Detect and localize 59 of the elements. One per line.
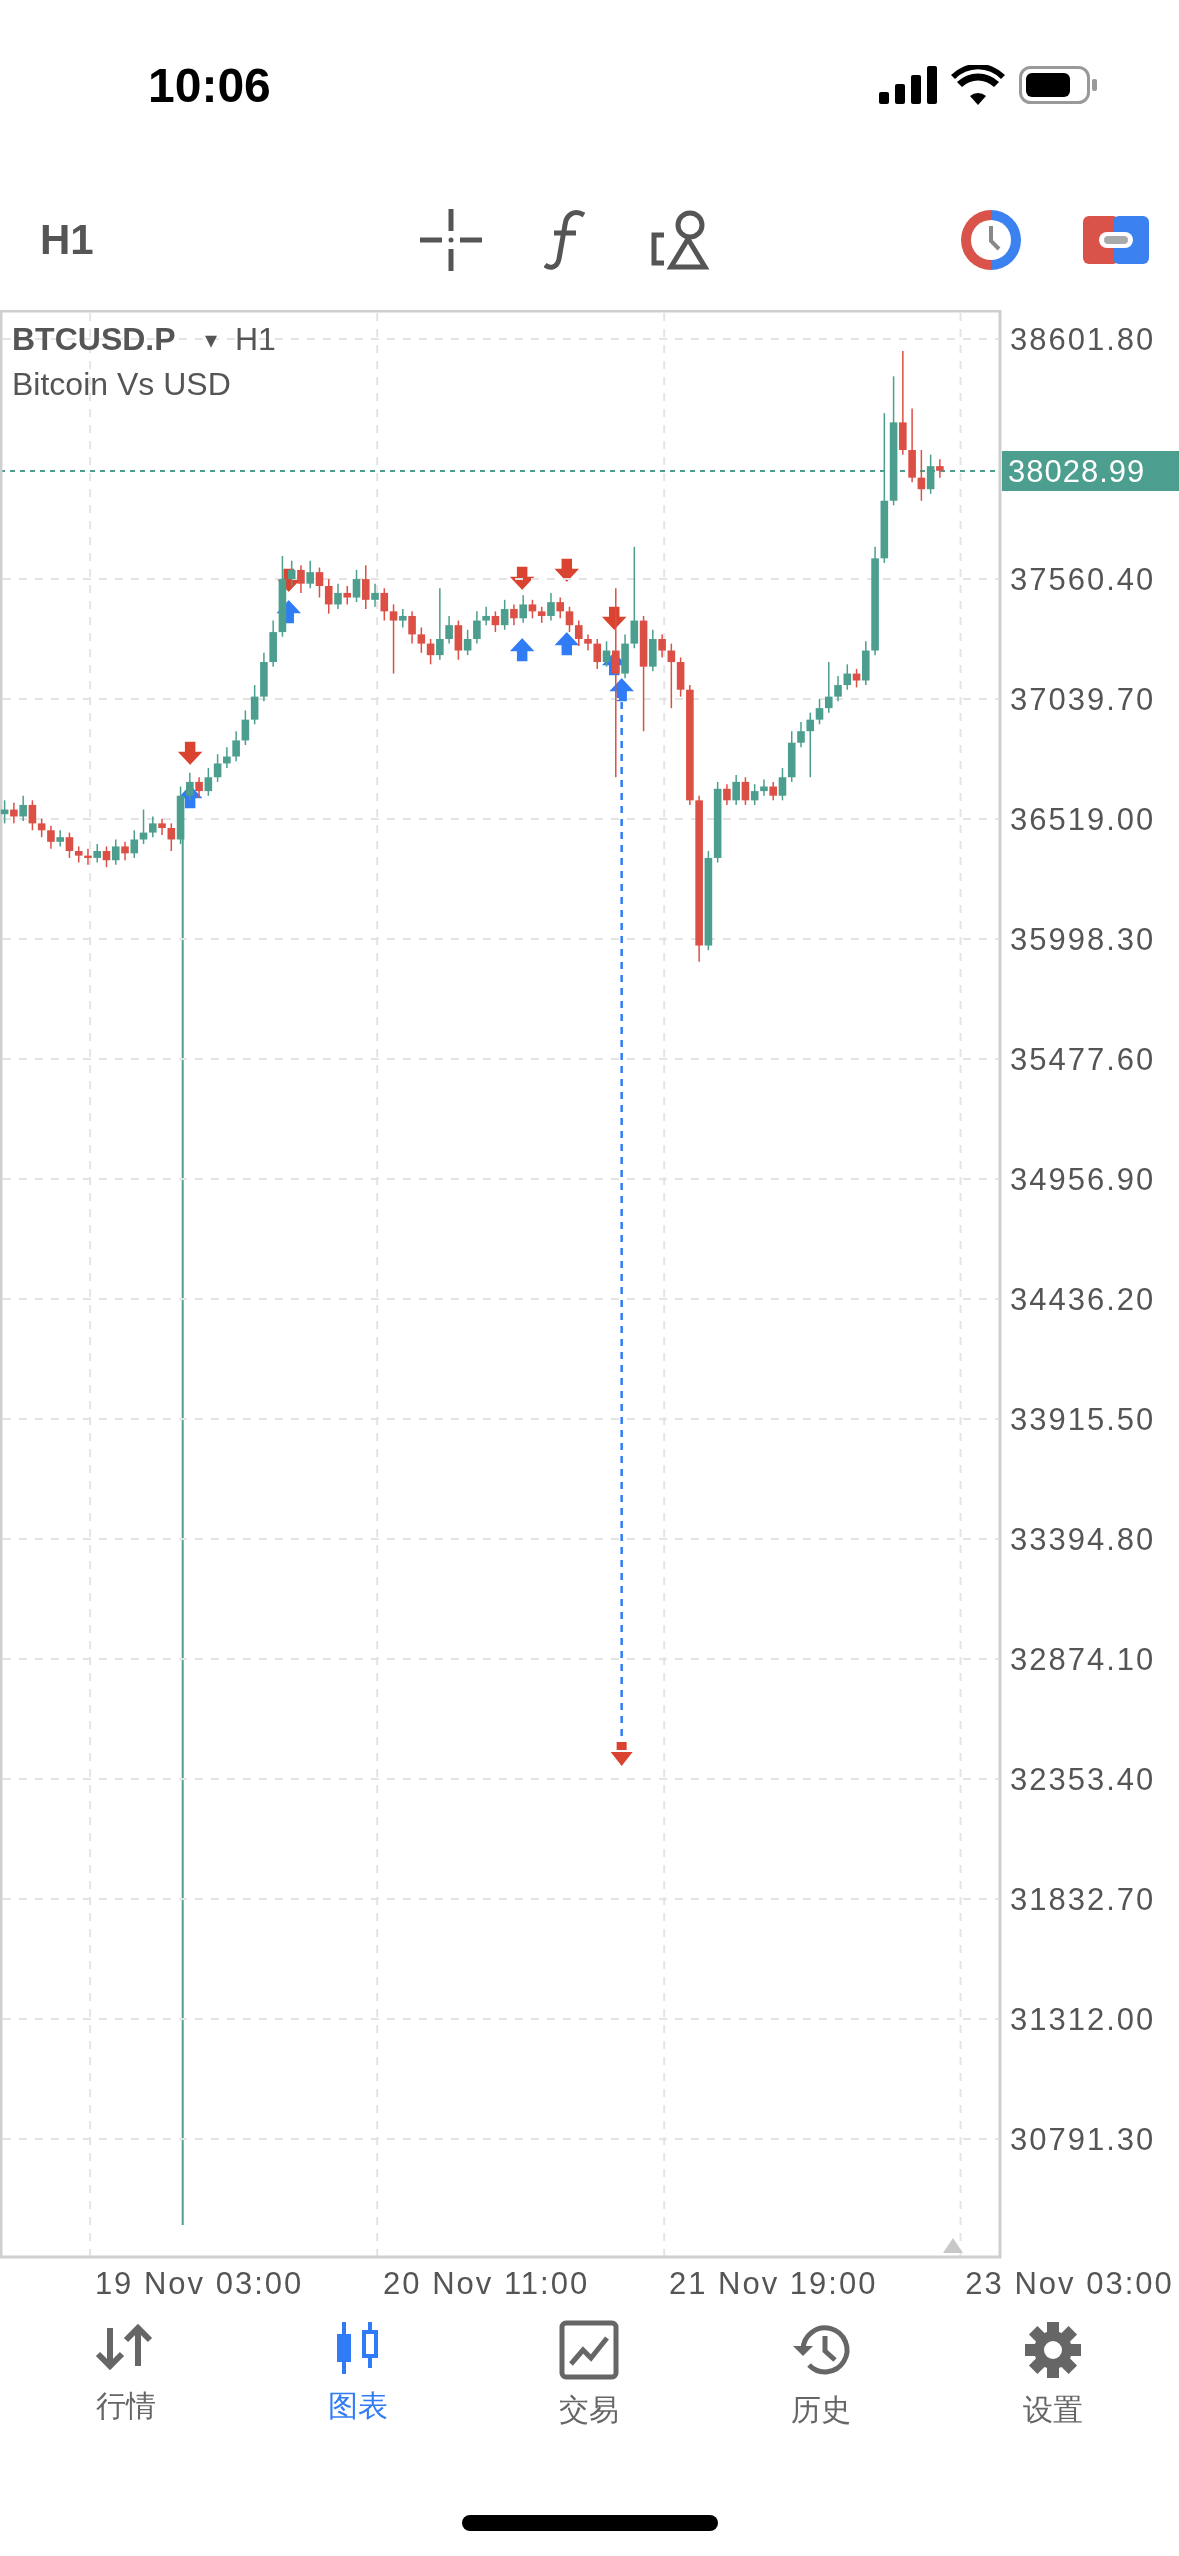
time-label: 19 Nov 03:00 [94, 2266, 304, 2301]
candle [93, 843, 102, 864]
candle [315, 566, 324, 599]
price-label: 31312.00 [1010, 2002, 1156, 2037]
line-chart-icon [559, 2320, 620, 2380]
tab[interactable]: 设置 [953, 2320, 1154, 2470]
candle [213, 753, 222, 783]
price-label: 37039.70 [1010, 682, 1156, 717]
symbol-label[interactable]: BTCUSD.P [12, 321, 176, 357]
candle [250, 684, 259, 726]
price-label: 33394.80 [1010, 1522, 1156, 1557]
chart-timeframe: H1 [235, 321, 276, 357]
price-label: 35998.30 [1010, 922, 1156, 957]
price-label: 31832.70 [1010, 1882, 1156, 1917]
candle [417, 626, 426, 654]
candle [111, 838, 120, 866]
timeframe-button[interactable]: H1 [40, 216, 420, 264]
function-icon[interactable] [544, 209, 588, 271]
status-time: 10:06 [148, 57, 271, 113]
current-price-badge: 38028.99 [1002, 451, 1179, 491]
candle [741, 776, 750, 806]
wifi-icon [951, 65, 1005, 105]
tab[interactable]: 图表 [257, 2320, 458, 2470]
clock-icon[interactable] [959, 208, 1023, 272]
price-label: 35477.60 [1010, 1042, 1156, 1077]
candle [204, 767, 213, 797]
candle [102, 845, 111, 868]
price-label: 32874.10 [1010, 1642, 1156, 1677]
candle [565, 606, 574, 633]
symbol-description: Bitcoin Vs USD [12, 366, 231, 402]
tab[interactable]: 交易 [489, 2320, 690, 2470]
price-label: 36519.00 [1010, 802, 1156, 837]
candle [0, 799, 9, 825]
candle [556, 596, 565, 619]
price-label: 30791.30 [1010, 2122, 1156, 2157]
price-label: 32353.40 [1010, 1762, 1156, 1797]
crosshair-icon[interactable] [420, 209, 482, 271]
candle [241, 709, 250, 746]
candle [491, 610, 500, 633]
time-label: 20 Nov 11:00 [383, 2266, 590, 2301]
candle [750, 783, 759, 806]
candle [843, 663, 852, 691]
settings-icon [1023, 2320, 1084, 2380]
dropdown-icon[interactable]: ▾ [205, 326, 217, 353]
price-label: 34436.20 [1010, 1282, 1156, 1317]
price-label: 38601.80 [1010, 322, 1156, 357]
candle [500, 599, 509, 631]
tab[interactable]: 行情 [25, 2320, 226, 2470]
candle [324, 578, 333, 615]
price-label: 34956.90 [1010, 1162, 1156, 1197]
price-label: 33915.50 [1010, 1402, 1156, 1437]
battery-icon [1019, 66, 1099, 104]
signal-icon [879, 66, 937, 104]
toggle-icon[interactable] [1083, 216, 1149, 264]
tab[interactable]: 历史 [721, 2320, 922, 2470]
scroll-marker-icon [943, 2238, 963, 2253]
time-label: 21 Nov 19:00 [669, 2266, 878, 2301]
price-label: 37560.40 [1010, 562, 1156, 597]
time-label: 23 Nov 03:00 [965, 2266, 1174, 2301]
